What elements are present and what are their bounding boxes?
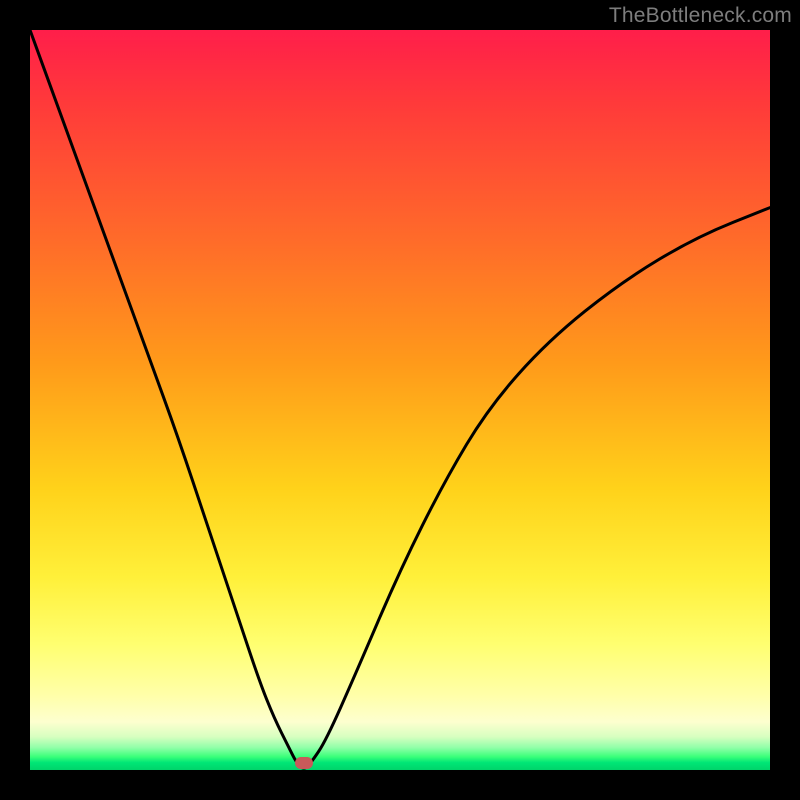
curve-path <box>30 30 770 768</box>
watermark-text: TheBottleneck.com <box>609 4 792 28</box>
bottleneck-curve <box>30 30 770 770</box>
optimum-marker <box>295 757 313 769</box>
chart-stage: TheBottleneck.com <box>0 0 800 800</box>
plot-area <box>30 30 770 770</box>
